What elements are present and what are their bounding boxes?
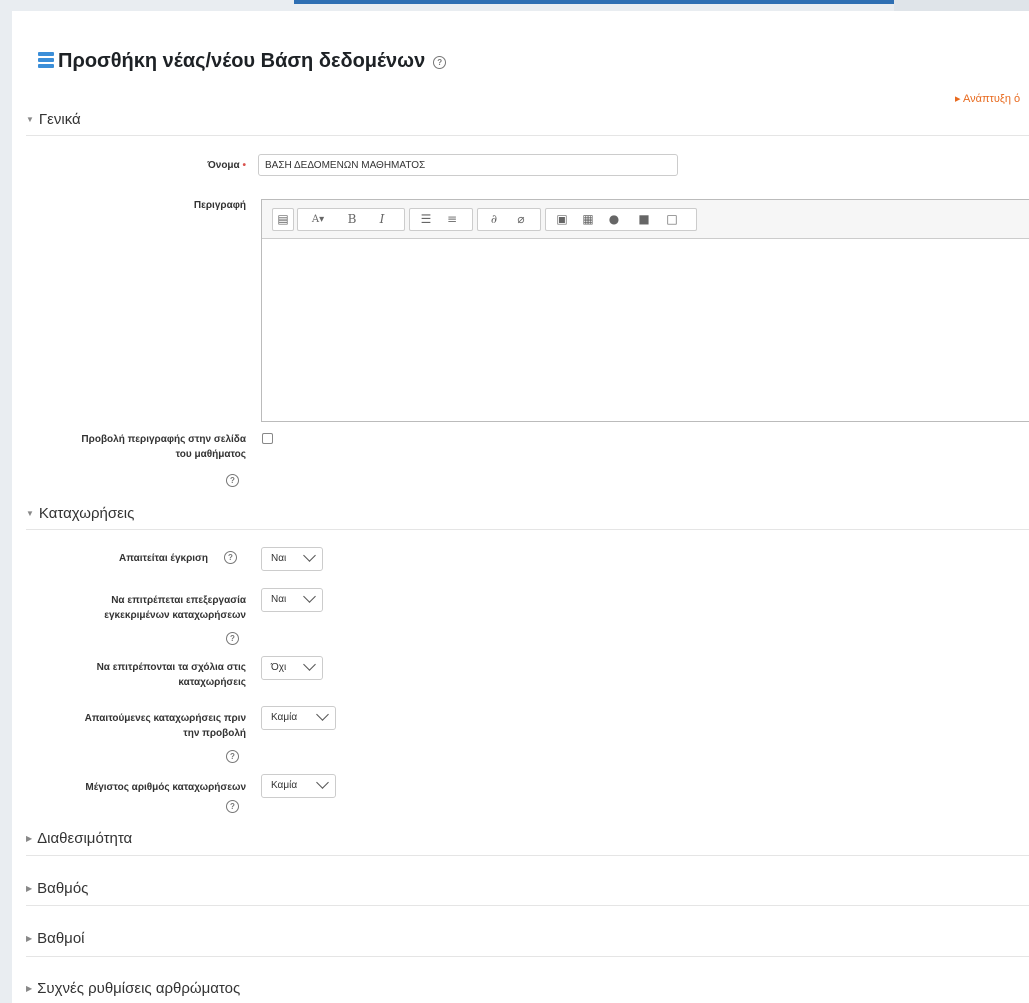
toggle-toolbar-icon[interactable]: ▤	[273, 209, 293, 230]
database-icon	[38, 52, 54, 69]
image-icon[interactable]: ▣	[552, 209, 572, 230]
chevron-down-icon	[303, 590, 316, 603]
help-icon[interactable]: ?	[226, 474, 239, 487]
chevron-down-icon	[316, 708, 329, 721]
help-icon[interactable]: ?	[226, 800, 239, 813]
divider	[26, 855, 1029, 856]
divider	[26, 529, 1029, 530]
help-icon[interactable]: ?	[433, 56, 447, 69]
media-icon[interactable]: ▦	[578, 209, 598, 230]
chevron-down-icon	[303, 549, 316, 562]
section-general[interactable]: ▼ Γενικά	[26, 111, 81, 128]
expand-caret-icon: ▶	[26, 984, 33, 993]
collapse-caret-icon: ▼	[26, 509, 34, 518]
manage-files-icon[interactable]: □	[662, 209, 682, 230]
divider	[26, 956, 1029, 957]
expand-caret-icon: ▶	[26, 834, 33, 843]
comments-label-line: Να επιτρέπονται τα σχόλια στις	[96, 662, 246, 673]
required-before-view-label-line: Απαιτούμενες καταχωρήσεις πριν	[84, 713, 246, 724]
expand-all-link[interactable]: ▸ Ανάπτυξη ό	[955, 92, 1020, 105]
allow-edit-label-line: εγκεκριμένων καταχωρήσεων	[104, 610, 246, 621]
divider	[26, 135, 1029, 136]
toolbar-group: ☰ ≡	[409, 208, 473, 231]
comments-label-line: καταχωρήσεις	[178, 677, 246, 688]
section-grades-label: Βαθμοί	[37, 930, 85, 947]
max-entries-select-value: Καμία	[271, 780, 298, 791]
required-before-view-label-line: την προβολή	[183, 728, 246, 739]
navbar-edge	[294, 0, 894, 4]
left-page-edge	[0, 0, 12, 1003]
name-label: Όνομα •	[100, 158, 246, 173]
toolbar-group: ▣ ▦ ● ■ □	[545, 208, 697, 231]
approval-select[interactable]: Ναι	[261, 547, 323, 571]
record-video-icon[interactable]: ■	[634, 209, 654, 230]
approval-select-value: Ναι	[271, 553, 287, 564]
ordered-list-icon[interactable]: ≡	[442, 209, 462, 230]
section-grades[interactable]: ▶ Βαθμοί	[26, 930, 85, 947]
bold-icon[interactable]: B	[342, 209, 362, 230]
italic-icon[interactable]: I	[372, 209, 392, 230]
show-description-label-line: του μαθήματος	[175, 449, 246, 460]
editor-content-area[interactable]	[262, 239, 1029, 421]
page-title-text: Προσθήκη νέας/νέου Βάση δεδομένων	[58, 50, 426, 72]
allow-edit-label: Να επιτρέπεται επεξεργασία εγκεκριμένων …	[30, 593, 246, 623]
name-input[interactable]	[258, 154, 678, 176]
description-label: Περιγραφή	[193, 200, 246, 211]
show-description-label-line: Προβολή περιγραφής στην σελίδα	[81, 434, 246, 445]
divider	[26, 905, 1029, 906]
unlink-icon[interactable]: ⌀	[511, 209, 531, 230]
show-description-label: Προβολή περιγραφής στην σελίδα του μαθήμ…	[30, 432, 246, 462]
toolbar-group: ∂ ⌀	[477, 208, 541, 231]
chevron-down-icon	[303, 658, 316, 671]
comments-label: Να επιτρέπονται τα σχόλια στις καταχωρήσ…	[30, 660, 246, 690]
expand-caret-icon: ▶	[26, 884, 33, 893]
section-entries[interactable]: ▼ Καταχωρήσεις	[26, 505, 134, 522]
description-editor[interactable]: ▤ A▾ B I ☰ ≡ ∂ ⌀ ▣ ▦ ● ■ □	[261, 199, 1029, 422]
toolbar-group: A▾ B I	[297, 208, 405, 231]
section-general-label: Γενικά	[38, 111, 81, 128]
help-icon[interactable]: ?	[226, 632, 239, 645]
allow-edit-select-value: Ναι	[271, 594, 287, 605]
unordered-list-icon[interactable]: ☰	[416, 209, 436, 230]
link-icon[interactable]: ∂	[484, 209, 504, 230]
section-common-settings-label: Συχνές ρυθμίσεις αρθρώματος	[37, 980, 241, 997]
comments-select[interactable]: Όχι	[261, 656, 323, 680]
comments-select-value: Όχι	[271, 662, 287, 673]
section-entries-label: Καταχωρήσεις	[38, 505, 135, 522]
required-icon: •	[242, 160, 246, 171]
section-common-settings[interactable]: ▶ Συχνές ρυθμίσεις αρθρώματος	[26, 980, 240, 997]
help-icon[interactable]: ?	[224, 551, 237, 564]
navbar-fade	[894, 0, 1029, 11]
allow-edit-label-line: Να επιτρέπεται επεξεργασία	[111, 595, 246, 606]
section-availability[interactable]: ▶ Διαθεσιμότητα	[26, 830, 132, 847]
text-style-icon[interactable]: A▾	[300, 209, 336, 230]
toolbar-group: ▤	[272, 208, 294, 231]
page-title: Προσθήκη νέας/νέου Βάση δεδομένων?	[38, 50, 447, 73]
max-entries-select[interactable]: Καμία	[261, 774, 336, 798]
chevron-down-icon	[316, 776, 329, 789]
approval-label: Απαιτείται έγκριση	[119, 553, 208, 564]
required-before-view-select[interactable]: Καμία	[261, 706, 336, 730]
required-before-view-select-value: Καμία	[271, 712, 298, 723]
required-before-view-label: Απαιτούμενες καταχωρήσεις πριν την προβο…	[30, 711, 246, 741]
show-description-checkbox[interactable]	[262, 433, 273, 444]
section-grade[interactable]: ▶ Βαθμός	[26, 880, 88, 897]
expand-caret-icon: ▶	[26, 934, 33, 943]
record-audio-icon[interactable]: ●	[604, 209, 624, 230]
help-icon[interactable]: ?	[226, 750, 239, 763]
allow-edit-select[interactable]: Ναι	[261, 588, 323, 612]
section-grade-label: Βαθμός	[37, 880, 89, 897]
editor-toolbar: ▤ A▾ B I ☰ ≡ ∂ ⌀ ▣ ▦ ● ■ □	[262, 200, 1029, 239]
name-label-text: Όνομα	[207, 160, 240, 171]
max-entries-label: Μέγιστος αριθμός καταχωρήσεων	[85, 782, 246, 793]
section-availability-label: Διαθεσιμότητα	[37, 830, 133, 847]
collapse-caret-icon: ▼	[26, 115, 34, 124]
